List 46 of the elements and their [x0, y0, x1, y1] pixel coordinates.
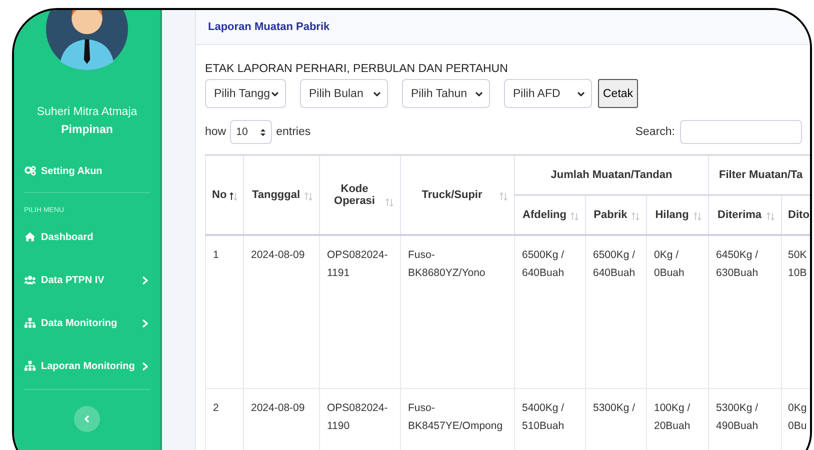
users-icon [24, 274, 36, 286]
caret-icon [271, 90, 279, 96]
home-icon [24, 231, 36, 243]
show-label: how [205, 126, 226, 138]
column-header[interactable]: Dito [782, 195, 810, 235]
caret-icon [373, 90, 381, 96]
table-cell: 0Kg / 0Buah [646, 235, 709, 388]
user-name: Suheri Mitra Atmaja [36, 106, 138, 118]
column-header[interactable]: Afdeling [514, 195, 586, 235]
search-label: Search: [635, 126, 675, 138]
group-header: Filter Muatan/Ta [719, 169, 803, 181]
table-cell: OPS082024-1191 [320, 235, 400, 388]
caret-icon [475, 90, 483, 96]
column-header[interactable]: Diterima [708, 195, 782, 235]
table-cell: 6500Kg / 640Buah [586, 235, 646, 388]
column-header[interactable]: Pabrik [586, 195, 646, 235]
table-cell: 2 [206, 388, 244, 450]
entries-label: entries [276, 126, 311, 138]
caret-icon [577, 90, 585, 96]
gears-icon [24, 165, 36, 177]
print-button[interactable]: Cetak [598, 79, 638, 108]
column-header[interactable]: Hilang [646, 195, 709, 235]
entries-select[interactable]: 10 [230, 120, 272, 144]
spinner-icon [260, 128, 266, 136]
filter-select[interactable]: Pilih Tangg [205, 79, 286, 108]
card-title: Laporan Muatan Pabrik [208, 21, 330, 33]
search-field[interactable] [680, 120, 802, 144]
column-header[interactable]: No [206, 155, 244, 235]
sitemap-icon [24, 317, 36, 329]
column-header[interactable]: Tangggal [244, 155, 320, 235]
table-cell: 2024-08-09 [244, 235, 320, 388]
chevron-icon [84, 415, 90, 423]
collapse-sidebar-button[interactable] [74, 406, 100, 432]
table-cell: 6500Kg / 640Buah [514, 235, 586, 388]
filter-select[interactable]: Pilih AFD [504, 79, 592, 108]
group-header: Jumlah Muatan/Tandan [550, 169, 672, 181]
table-cell: 1 [206, 235, 244, 388]
print-heading: ETAK LAPORAN PERHARI, PERBULAN DAN PERTAHUN [205, 63, 509, 75]
sitemap-icon [24, 360, 36, 372]
table-cell: Fuso-BK8680YZ/Yono [400, 235, 514, 388]
column-header[interactable]: Kode Operasi [320, 155, 400, 235]
table-cell: 6450Kg / 630Buah [708, 235, 782, 388]
user-role: Pimpinan [60, 124, 114, 136]
filter-select[interactable]: Pilih Tahun [402, 79, 490, 108]
column-header[interactable]: Truck/Supir [400, 155, 514, 235]
filter-select[interactable]: Pilih Bulan [300, 79, 388, 108]
